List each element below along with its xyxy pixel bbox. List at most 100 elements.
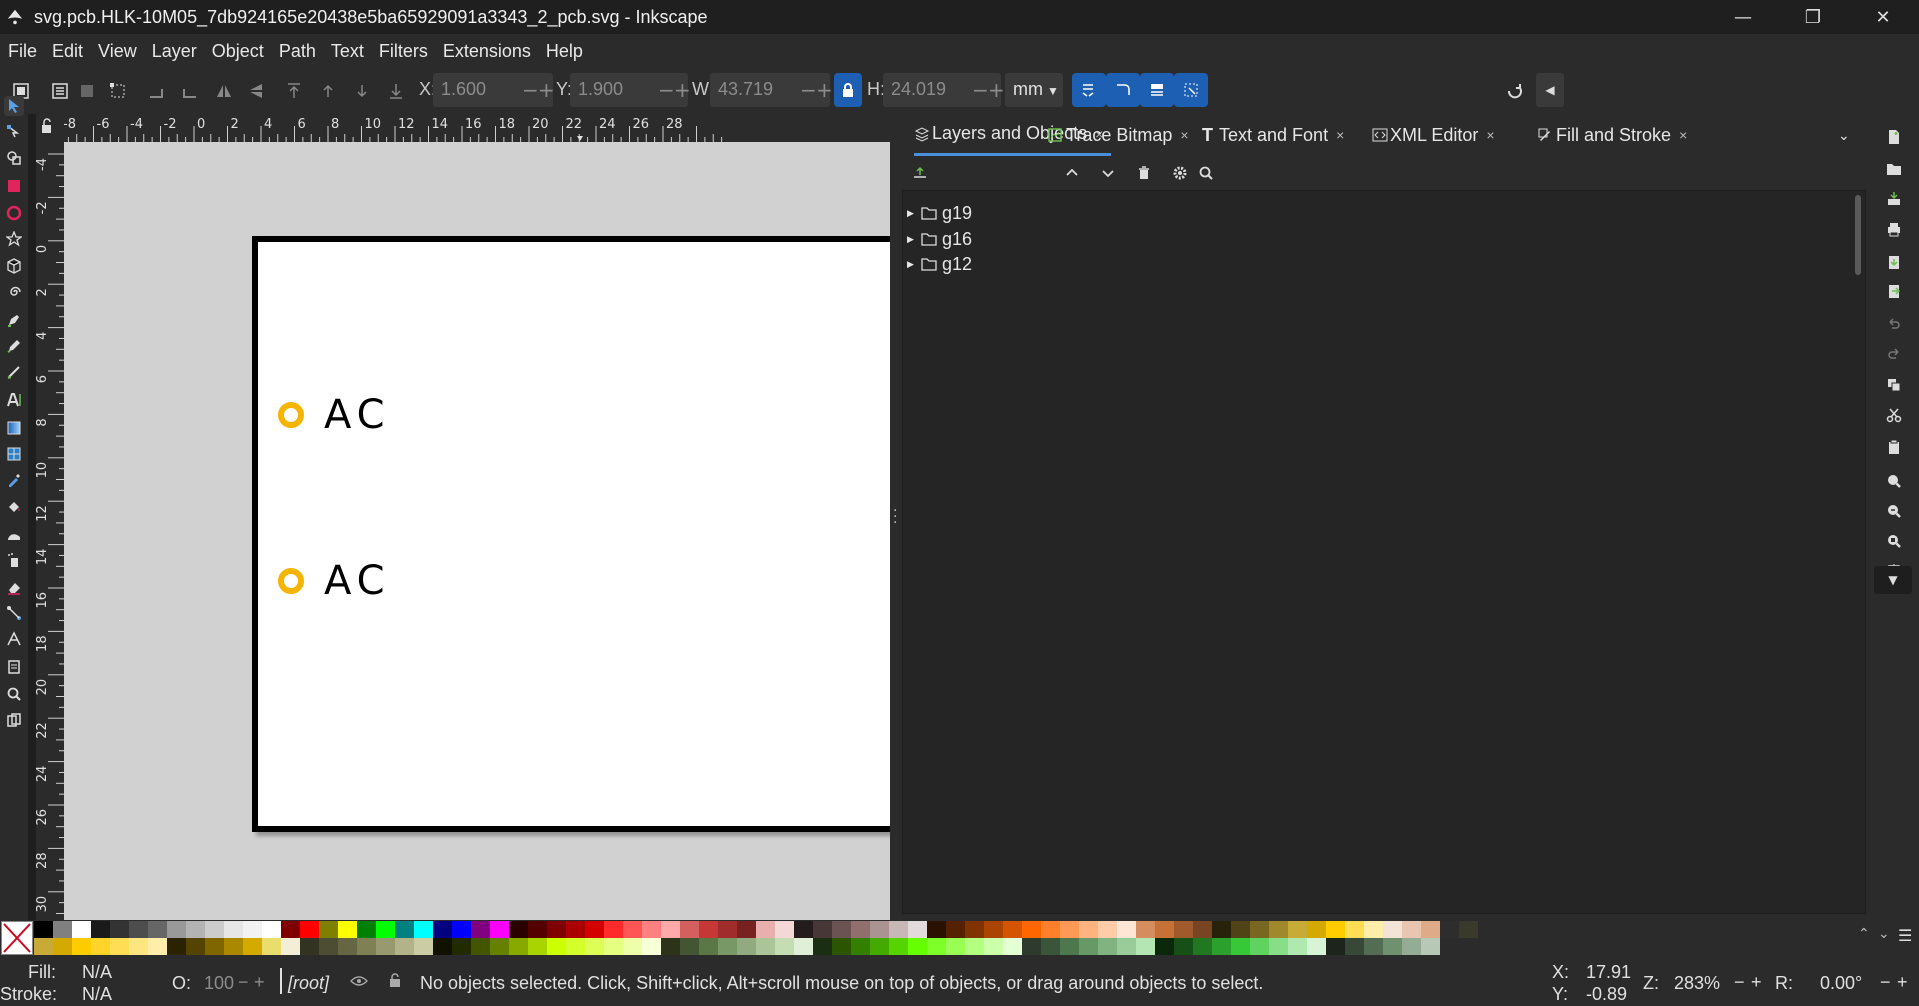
menu-layer[interactable]: Layer — [152, 41, 197, 62]
color-swatch[interactable] — [433, 938, 452, 955]
y-decrement-button[interactable]: − — [658, 78, 675, 102]
color-swatch[interactable] — [604, 938, 623, 955]
color-swatch[interactable] — [205, 921, 224, 938]
layers-scrollbar[interactable] — [1855, 195, 1861, 275]
color-swatch[interactable] — [53, 938, 72, 955]
color-swatch[interactable] — [680, 938, 699, 955]
color-swatch[interactable] — [1060, 921, 1079, 938]
color-swatch[interactable] — [1269, 938, 1288, 955]
color-swatch[interactable] — [414, 921, 433, 938]
lower-to-bottom-icon[interactable] — [386, 81, 406, 101]
export-button[interactable] — [1883, 280, 1905, 302]
color-swatch[interactable] — [1212, 921, 1231, 938]
zoom-page-button[interactable] — [1883, 530, 1905, 552]
color-swatch[interactable] — [1402, 921, 1421, 938]
h-increment-button[interactable]: + — [988, 78, 1005, 102]
color-swatch[interactable] — [1117, 938, 1136, 955]
lock-proportions-button[interactable] — [834, 73, 862, 107]
x-increment-button[interactable]: + — [538, 78, 555, 102]
zoom-input[interactable]: 283% — [1674, 973, 1720, 994]
lower-icon[interactable] — [352, 81, 372, 101]
transform-handles-icon[interactable] — [108, 81, 128, 101]
color-swatch[interactable] — [775, 938, 794, 955]
copy-button[interactable] — [1883, 374, 1905, 396]
document-page[interactable]: AC AC — [252, 236, 890, 832]
color-swatch[interactable] — [224, 921, 243, 938]
color-swatch[interactable] — [604, 921, 623, 938]
color-swatch[interactable] — [1041, 921, 1060, 938]
color-swatch[interactable] — [1231, 938, 1250, 955]
color-swatch[interactable] — [1250, 921, 1269, 938]
color-swatch[interactable] — [699, 921, 718, 938]
no-paint-swatch[interactable] — [1, 921, 33, 955]
palette-scroll-up-icon[interactable]: ⌃ — [1858, 926, 1870, 942]
color-swatch[interactable] — [794, 921, 813, 938]
menu-extensions[interactable]: Extensions — [443, 41, 531, 62]
rotate-decrement-button[interactable]: − — [1880, 972, 1891, 993]
color-swatch[interactable] — [1421, 921, 1440, 938]
color-swatch[interactable] — [1193, 938, 1212, 955]
menu-filters[interactable]: Filters — [379, 41, 428, 62]
color-swatch[interactable] — [680, 921, 699, 938]
save-button[interactable] — [1883, 188, 1905, 210]
color-swatch[interactable] — [72, 938, 91, 955]
color-swatch[interactable] — [1402, 938, 1421, 955]
color-swatch[interactable] — [1250, 938, 1269, 955]
color-swatch[interactable] — [1383, 921, 1402, 938]
expand-arrow-icon[interactable]: ▶ — [907, 259, 921, 270]
color-swatch[interactable] — [433, 921, 452, 938]
color-swatch[interactable] — [1345, 921, 1364, 938]
color-swatch[interactable] — [1117, 921, 1136, 938]
color-swatch[interactable] — [908, 938, 927, 955]
color-swatch[interactable] — [376, 938, 395, 955]
ac-label-group-2[interactable]: AC — [278, 558, 391, 604]
color-swatch[interactable] — [395, 938, 414, 955]
color-swatch[interactable] — [1288, 921, 1307, 938]
vertical-ruler[interactable]: -4-2024681012141618202224262830 — [36, 142, 64, 920]
menu-text[interactable]: Text — [331, 41, 364, 62]
node-tool[interactable] — [4, 122, 24, 142]
menu-view[interactable]: View — [98, 41, 137, 62]
color-swatch[interactable] — [927, 938, 946, 955]
tab-fill-and-stroke[interactable]: Fill and Stroke × — [1538, 114, 1687, 156]
menu-file[interactable]: File — [8, 41, 37, 62]
color-swatch[interactable] — [1212, 938, 1231, 955]
color-swatch[interactable] — [1364, 921, 1383, 938]
color-swatch[interactable] — [775, 921, 794, 938]
color-swatch[interactable] — [205, 938, 224, 955]
color-swatch[interactable] — [243, 938, 262, 955]
horizontal-ruler[interactable]: -8 -6 -4 -2 0 2 4 6 8 10 12 14 16 18 20 22 24 26 28 — [64, 114, 890, 142]
color-swatch[interactable] — [851, 921, 870, 938]
color-swatch[interactable] — [72, 921, 91, 938]
expand-arrow-icon[interactable]: ▶ — [907, 234, 921, 245]
redo-button[interactable] — [1883, 342, 1905, 364]
pencil-tool[interactable] — [4, 336, 24, 356]
color-swatch[interactable] — [1079, 921, 1098, 938]
color-swatch[interactable] — [414, 938, 433, 955]
color-swatch[interactable] — [471, 938, 490, 955]
color-swatch[interactable] — [490, 921, 509, 938]
color-swatch[interactable] — [338, 938, 357, 955]
color-swatch[interactable] — [965, 921, 984, 938]
color-swatch[interactable] — [1155, 921, 1174, 938]
menu-help[interactable]: Help — [546, 41, 583, 62]
color-swatch[interactable] — [376, 921, 395, 938]
color-swatch[interactable] — [91, 921, 110, 938]
move-down-icon[interactable] — [1100, 165, 1116, 181]
paint-bucket-tool[interactable] — [4, 496, 24, 516]
color-swatch[interactable] — [471, 921, 490, 938]
color-swatch[interactable] — [357, 921, 376, 938]
color-swatch[interactable] — [1459, 921, 1478, 938]
color-swatch[interactable] — [1022, 921, 1041, 938]
color-swatch[interactable] — [167, 938, 186, 955]
color-swatch[interactable] — [1155, 938, 1174, 955]
close-tab-icon[interactable]: × — [1679, 127, 1687, 143]
new-document-button[interactable] — [1883, 126, 1905, 148]
snap-toggle-icon[interactable] — [1505, 81, 1525, 101]
color-swatch[interactable] — [1174, 921, 1193, 938]
move-patterns-button[interactable] — [1174, 73, 1208, 107]
color-swatch[interactable] — [737, 938, 756, 955]
menu-object[interactable]: Object — [212, 41, 264, 62]
color-swatch[interactable] — [851, 938, 870, 955]
open-button[interactable] — [1883, 158, 1905, 180]
